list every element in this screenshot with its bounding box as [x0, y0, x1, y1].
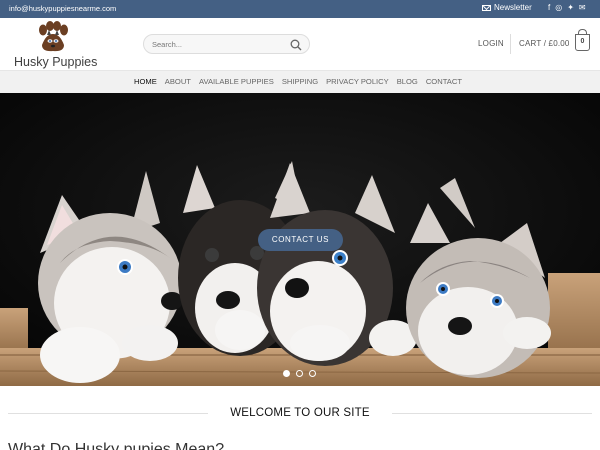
- search-input[interactable]: [152, 38, 282, 51]
- paw-logo-icon: [39, 21, 68, 52]
- search-box: [143, 34, 310, 54]
- cart-bag-icon[interactable]: 0: [575, 29, 590, 51]
- nav-item-privacy-policy[interactable]: PRIVACY POLICY: [326, 77, 389, 86]
- top-bar: info@huskypuppiesnearme.com Newsletter f…: [0, 0, 600, 18]
- slider-pagination: [283, 370, 316, 377]
- envelope-icon: [482, 4, 491, 11]
- welcome-section: WELCOME TO OUR SITE What Do Husky pupies…: [0, 386, 600, 450]
- login-link[interactable]: LOGIN: [478, 39, 504, 48]
- header-divider: [510, 34, 511, 54]
- newsletter-label: Newsletter: [494, 3, 532, 12]
- nav-item-home[interactable]: HOME: [134, 77, 157, 86]
- welcome-title: WELCOME TO OUR SITE: [230, 407, 370, 419]
- contact-email-link[interactable]: info@huskypuppiesnearme.com: [9, 4, 116, 13]
- main-navigation: HOME ABOUT AVAILABLE PUPPIES SHIPPING PR…: [0, 70, 600, 93]
- cart-link[interactable]: CART / £0.00: [519, 39, 570, 48]
- contact-us-button[interactable]: CONTACT US: [258, 229, 343, 251]
- hero-slider: CONTACT US: [0, 93, 600, 386]
- site-logo[interactable]: Husky Puppies: [14, 21, 98, 69]
- slider-dot-2[interactable]: [296, 370, 303, 377]
- email-icon[interactable]: ✉: [579, 3, 586, 12]
- slider-dot-3[interactable]: [309, 370, 316, 377]
- site-header: Husky Puppies LOGIN CART / £0.00 0: [0, 18, 600, 70]
- nav-item-blog[interactable]: BLOG: [397, 77, 418, 86]
- twitter-icon[interactable]: ✦: [567, 3, 574, 12]
- search-icon[interactable]: [290, 39, 302, 51]
- slider-dot-1[interactable]: [283, 370, 290, 377]
- nav-item-contact[interactable]: CONTACT: [426, 77, 462, 86]
- nav-item-about[interactable]: ABOUT: [165, 77, 191, 86]
- welcome-subtitle: What Do Husky pupies Mean?: [8, 441, 225, 450]
- facebook-icon[interactable]: f: [548, 3, 550, 12]
- nav-item-available-puppies[interactable]: AVAILABLE PUPPIES: [199, 77, 274, 86]
- nav-item-shipping[interactable]: SHIPPING: [282, 77, 318, 86]
- instagram-icon[interactable]: ◎: [555, 3, 562, 12]
- newsletter-link[interactable]: Newsletter: [482, 3, 532, 12]
- logo-text: Husky Puppies: [14, 55, 98, 69]
- social-links: f ◎ ✦ ✉: [548, 3, 586, 12]
